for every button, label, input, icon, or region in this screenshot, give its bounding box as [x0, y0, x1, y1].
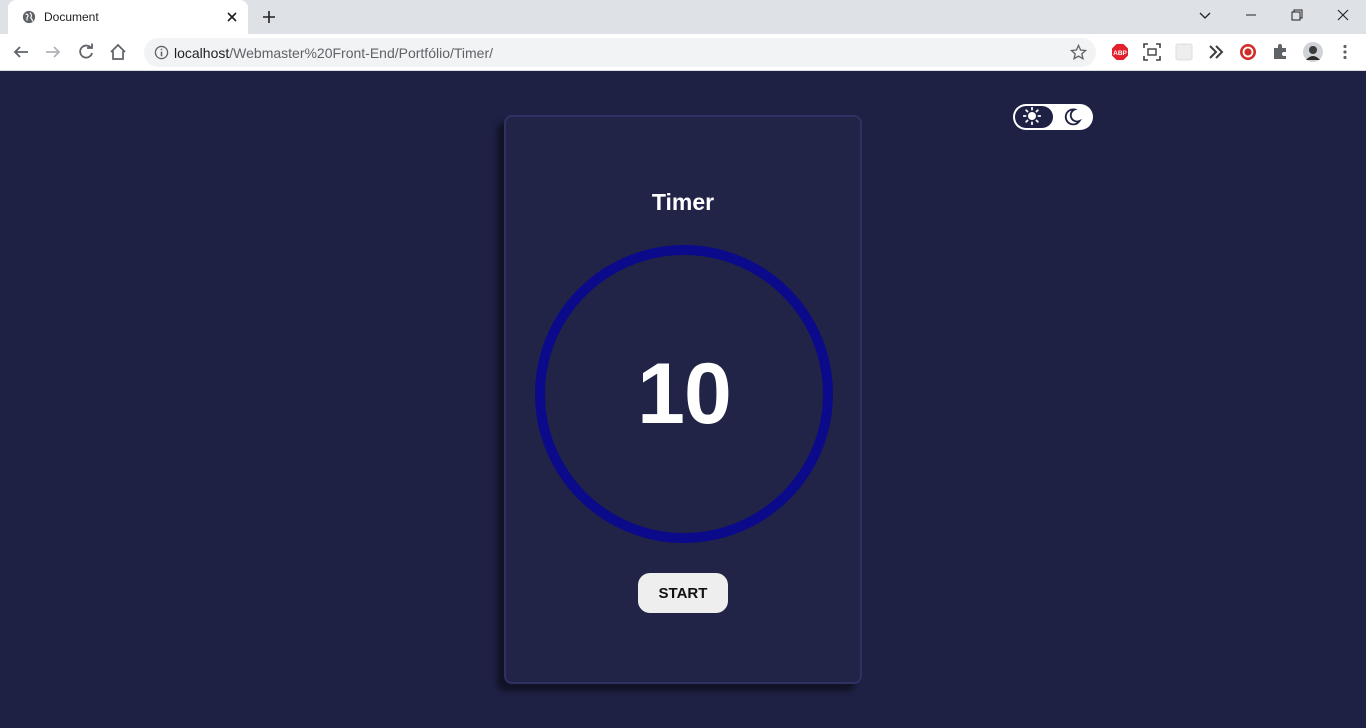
timer-card: Timer 10 START [504, 115, 862, 684]
url-path: /Webmaster%20Front-End/Portfólio/Timer/ [229, 45, 494, 61]
browser-tab[interactable]: Document [8, 0, 248, 34]
countdown-value: 10 [637, 346, 732, 442]
script-extension-icon[interactable] [1207, 43, 1225, 61]
star-icon[interactable] [1070, 44, 1087, 61]
blank-extension-icon[interactable] [1175, 43, 1193, 61]
sun-icon[interactable] [1023, 107, 1041, 125]
close-window-button[interactable] [1320, 0, 1366, 30]
lastpass-icon[interactable] [1239, 43, 1257, 61]
restore-icon [1291, 9, 1303, 21]
globe-icon [22, 10, 36, 24]
moon-icon[interactable] [1062, 107, 1082, 127]
url-text: localhost/Webmaster%20Front-End/Portfóli… [174, 45, 493, 61]
menu-icon[interactable] [1336, 43, 1354, 61]
avatar[interactable] [1303, 42, 1323, 62]
reload-icon[interactable] [77, 43, 95, 61]
home-icon[interactable] [109, 43, 127, 61]
url-host: localhost [174, 45, 230, 61]
forward-icon[interactable] [44, 43, 62, 61]
extension-icon[interactable] [1271, 43, 1289, 61]
tab-search-button[interactable] [1182, 0, 1228, 30]
chevron-down-icon [1199, 12, 1211, 19]
tab-title: Document [44, 10, 99, 24]
close-window-icon [1337, 9, 1349, 21]
restore-button[interactable] [1274, 0, 1320, 30]
back-icon[interactable] [12, 43, 30, 61]
start-button[interactable]: START [638, 573, 728, 613]
browser-titlebar: Document [0, 0, 1366, 34]
timer-title: Timer [651, 189, 715, 215]
screenshot-icon[interactable] [1143, 43, 1161, 61]
close-icon[interactable] [224, 9, 240, 25]
theme-toggle[interactable] [1013, 104, 1093, 130]
minimize-button[interactable] [1228, 0, 1274, 30]
browser-toolbar: localhost/Webmaster%20Front-End/Portfóli… [0, 34, 1366, 71]
plus-icon[interactable] [261, 9, 277, 25]
adblock-icon[interactable]: ABP [1111, 43, 1129, 61]
svg-text:ABP: ABP [1113, 50, 1127, 57]
address-bar[interactable]: localhost/Webmaster%20Front-End/Portfóli… [144, 38, 1096, 67]
info-icon[interactable] [154, 45, 169, 60]
minimize-icon [1246, 14, 1256, 16]
